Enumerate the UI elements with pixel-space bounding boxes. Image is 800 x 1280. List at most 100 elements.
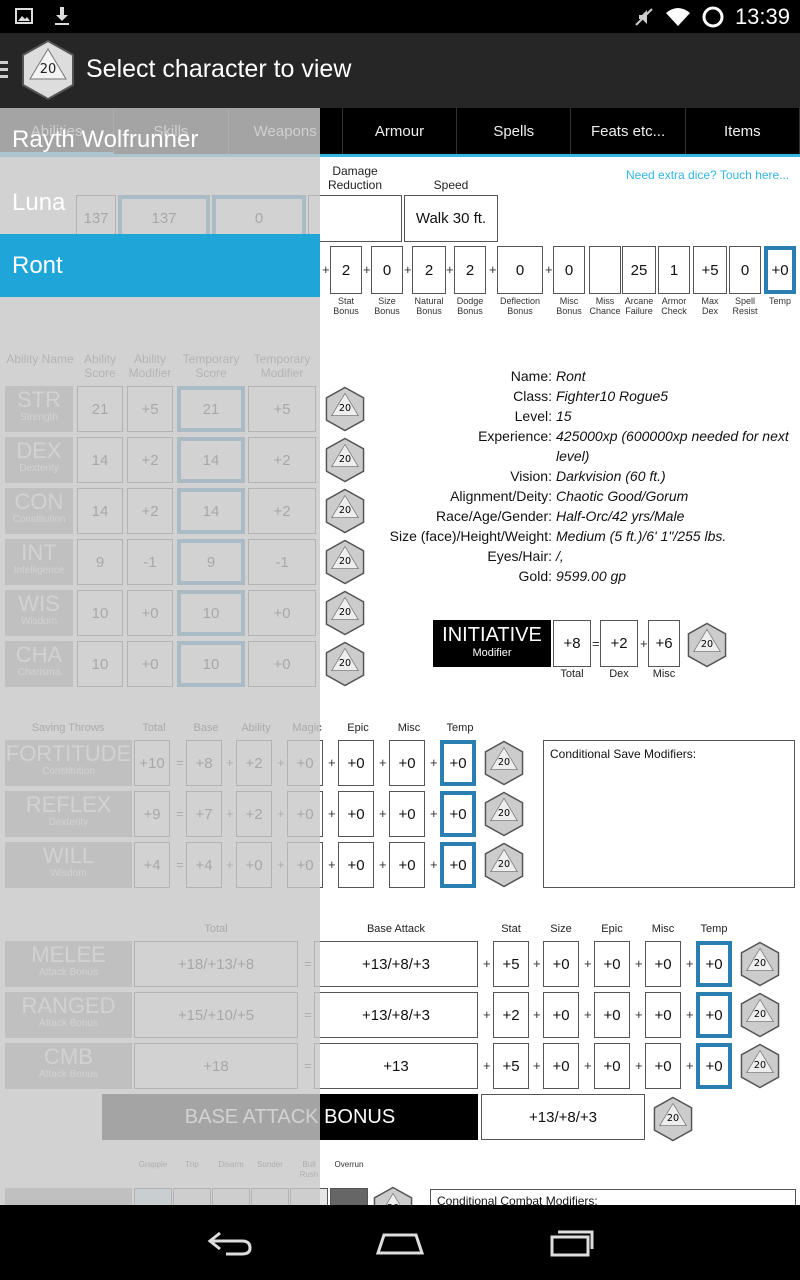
drawer-item-luna[interactable]: Luna	[0, 171, 320, 234]
initiative-roll-die-icon[interactable]: 20	[684, 622, 730, 668]
plus-sign: +	[322, 262, 330, 277]
attack-roll-die-icon[interactable]: 20	[737, 992, 783, 1038]
conditional-save-modifiers[interactable]: Conditional Save Modifiers:	[543, 740, 795, 888]
initiative-total[interactable]: +8	[553, 620, 591, 667]
recent-apps-icon[interactable]	[548, 1227, 596, 1257]
attack-epic[interactable]: +0	[594, 992, 630, 1038]
save-epic[interactable]: +0	[338, 791, 374, 837]
save-epic[interactable]: +0	[338, 842, 374, 888]
maneuver-roll-die-icon[interactable]: 20	[370, 1186, 416, 1205]
attack-roll-die-icon[interactable]: 20	[737, 1043, 783, 1089]
tab-4[interactable]: Spells	[457, 108, 572, 156]
attack-misc[interactable]: +0	[645, 941, 681, 987]
damage-reduction-field[interactable]	[308, 195, 402, 242]
tab-6[interactable]: Items	[686, 108, 800, 156]
save-misc[interactable]: +0	[389, 791, 425, 837]
plus-sign: +	[430, 755, 438, 770]
action-bar: 20 Select character to view	[0, 33, 800, 108]
tab-3[interactable]: Armour	[343, 108, 458, 156]
attack-epic[interactable]: +0	[594, 941, 630, 987]
attack-size[interactable]: +0	[543, 941, 579, 987]
speed-field[interactable]: Walk 30 ft.	[404, 195, 498, 242]
drawer-item-ront[interactable]: Ront	[0, 234, 320, 297]
plus-sign: +	[328, 755, 336, 770]
ac-field-5[interactable]: 0	[553, 246, 585, 294]
attack-stat[interactable]: +2	[493, 992, 529, 1038]
initiative-title: INITIATIVE	[442, 624, 542, 646]
ac-field-1[interactable]: 0	[371, 246, 403, 294]
download-notification-icon	[55, 7, 69, 25]
save-temp[interactable]: +0	[440, 842, 476, 888]
ac-field-9[interactable]: +5	[693, 246, 727, 294]
ac-field-6[interactable]	[589, 246, 621, 294]
info-value: Medium (5 ft.)/6' 1"/255 lbs.	[556, 528, 727, 544]
ability-roll-die-icon[interactable]: 20	[322, 590, 368, 636]
attack-header-2: Stat	[501, 923, 521, 935]
ac-field-0[interactable]: 2	[330, 246, 362, 294]
plus-sign: +	[635, 1007, 643, 1022]
attack-size[interactable]: +0	[543, 1043, 579, 1089]
save-misc[interactable]: +0	[389, 842, 425, 888]
ac-field-3[interactable]: 2	[454, 246, 486, 294]
ac-field-11[interactable]: +0	[764, 246, 796, 294]
save-roll-die-icon[interactable]: 20	[481, 842, 527, 888]
attack-base[interactable]: +13	[314, 1043, 478, 1089]
drawer-item-rayth-wolfrunner[interactable]: Rayth Wolfrunner	[0, 108, 320, 171]
back-icon[interactable]	[206, 1227, 254, 1257]
save-misc[interactable]: +0	[389, 740, 425, 786]
attack-misc[interactable]: +0	[645, 1043, 681, 1089]
info-value: 9599.00 gp	[556, 568, 627, 584]
ac-field-8[interactable]: 1	[658, 246, 690, 294]
save-temp[interactable]: +0	[440, 791, 476, 837]
page-title: Select character to view	[86, 55, 352, 83]
attack-stat[interactable]: +5	[493, 941, 529, 987]
d20-app-icon[interactable]: 20	[20, 39, 76, 101]
damage-reduction-label: Damage Reduction	[327, 164, 383, 192]
ability-roll-die-icon[interactable]: 20	[322, 641, 368, 687]
save-temp[interactable]: +0	[440, 740, 476, 786]
info-key: Eyes/Hair:	[487, 548, 552, 564]
initiative-misc-label: Misc	[652, 668, 676, 680]
home-icon[interactable]	[374, 1227, 426, 1257]
ac-field-10[interactable]: 0	[729, 246, 761, 294]
attack-temp[interactable]: +0	[696, 1043, 732, 1089]
image-notification-icon	[15, 8, 33, 24]
die-number: 20	[339, 607, 351, 618]
d20-app-icon-number: 20	[40, 62, 57, 77]
info-value: Ront	[556, 368, 586, 384]
equals-sign: =	[592, 636, 600, 651]
bab-field[interactable]: +13/+8/+3	[481, 1094, 645, 1140]
attack-misc[interactable]: +0	[645, 992, 681, 1038]
info-key: Size (face)/Height/Weight:	[389, 528, 552, 544]
attack-stat[interactable]: +5	[493, 1043, 529, 1089]
tab-5[interactable]: Feats etc...	[571, 108, 686, 156]
attack-base[interactable]: +13/+8/+3	[314, 941, 478, 987]
ac-field-4[interactable]: 0	[497, 246, 543, 294]
save-roll-die-icon[interactable]: 20	[481, 791, 527, 837]
save-epic[interactable]: +0	[338, 740, 374, 786]
save-roll-die-icon[interactable]: 20	[481, 740, 527, 786]
ac-field-2[interactable]: 2	[412, 246, 446, 294]
initiative-dex[interactable]: +2	[600, 620, 638, 667]
maneuver-field-5[interactable]	[330, 1188, 368, 1205]
attack-epic[interactable]: +0	[594, 1043, 630, 1089]
info-value: 425000xp (600000xp needed for next level…	[556, 428, 789, 464]
attack-header-5: Misc	[651, 923, 675, 935]
attack-base[interactable]: +13/+8/+3	[314, 992, 478, 1038]
plus-sign: +	[686, 1007, 694, 1022]
character-info: Name: Ront Class: Fighter10 Rogue5 Level: 15 E…	[330, 366, 790, 586]
extra-dice-link[interactable]: Need extra dice? Touch here...	[626, 168, 789, 182]
attack-size[interactable]: +0	[543, 992, 579, 1038]
conditional-combat-modifiers[interactable]: Conditional Combat Modifiers:	[430, 1189, 796, 1205]
attack-temp[interactable]: +0	[696, 992, 732, 1038]
drawer-indicator-icon[interactable]	[0, 61, 8, 79]
attack-roll-die-icon[interactable]: 20	[737, 941, 783, 987]
bab-roll-die-icon[interactable]: 20	[650, 1096, 696, 1142]
plus-sign: +	[545, 262, 553, 277]
ac-field-7[interactable]: 25	[622, 246, 656, 294]
character-drawer: Rayth Wolfrunner Luna Ront	[0, 108, 320, 1205]
mute-icon	[635, 8, 653, 26]
attack-temp[interactable]: +0	[696, 941, 732, 987]
initiative-misc[interactable]: +6	[648, 620, 680, 667]
ac-label-4: Deflection Bonus	[499, 296, 541, 316]
